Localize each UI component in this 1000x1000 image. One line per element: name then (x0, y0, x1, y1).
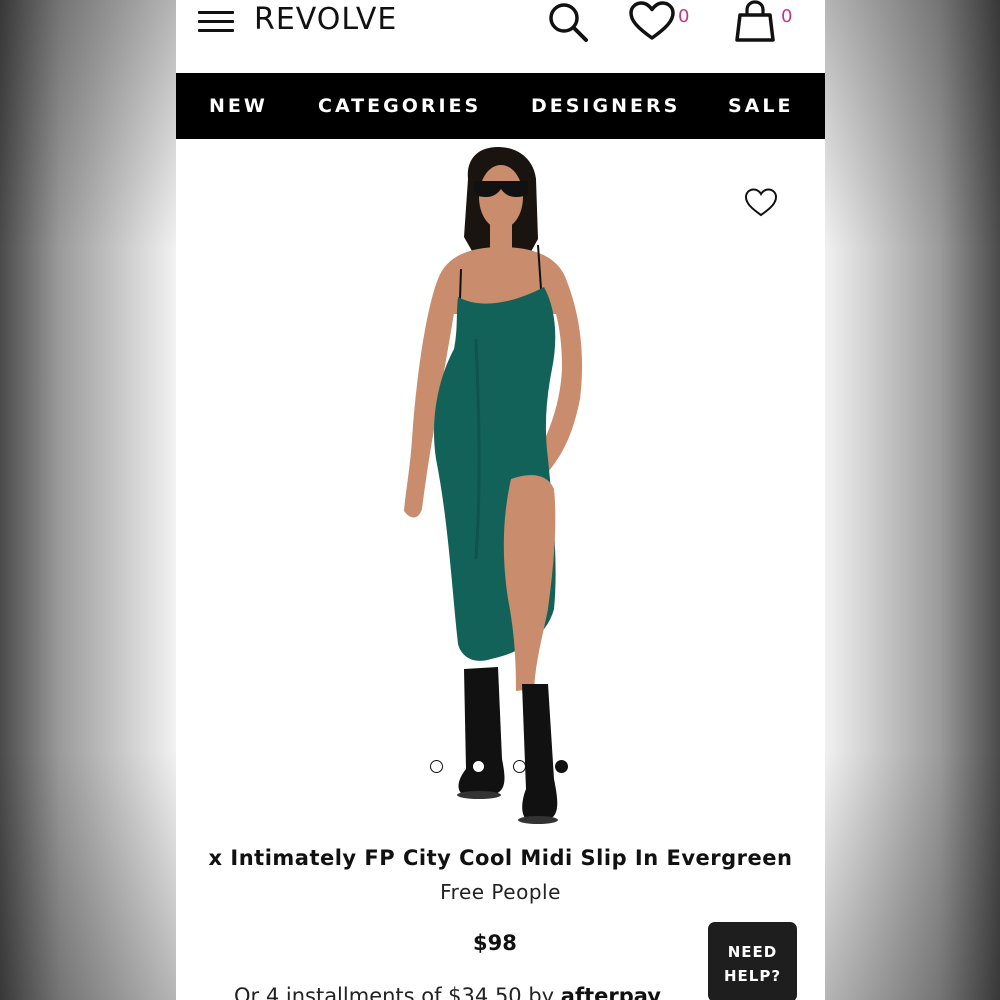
main-nav: NEW CATEGORIES DESIGNERS SALE (176, 73, 825, 139)
carousel-dots (430, 760, 580, 776)
product-price: $98 (473, 931, 517, 955)
installments-text: Or 4 installments of $34.50 by afterpay (234, 984, 661, 1000)
carousel-dot-3[interactable] (513, 760, 526, 773)
nav-item-categories[interactable]: CATEGORIES (318, 95, 481, 117)
nav-item-sale[interactable]: SALE (728, 95, 793, 117)
hamburger-menu-icon[interactable] (198, 11, 234, 33)
product-photo (404, 147, 583, 824)
phone-screen: REVOLVE 0 0 NEW CATEGORIES DESIGNERS SAL… (176, 0, 825, 1000)
favorite-heart-icon[interactable] (744, 187, 778, 219)
carousel-dot-2[interactable] (472, 760, 485, 773)
carousel-dot-4[interactable] (555, 760, 568, 773)
search-icon[interactable] (546, 0, 592, 44)
product-title: x Intimately FP City Cool Midi Slip In E… (208, 846, 793, 870)
product-image-carousel[interactable] (176, 139, 825, 839)
carousel-dot-1[interactable] (430, 760, 443, 773)
site-header: REVOLVE 0 0 (176, 0, 825, 73)
need-help-line1: NEED (727, 943, 778, 961)
site-logo[interactable]: REVOLVE (254, 2, 397, 37)
afterpay-logo[interactable]: afterpay (561, 984, 661, 1000)
wishlist-heart-icon[interactable] (628, 0, 676, 44)
need-help-button[interactable]: NEED HELP? (708, 922, 797, 1000)
need-help-line2: HELP? (723, 967, 782, 985)
product-brand[interactable]: Free People (176, 880, 825, 904)
shopping-bag-icon[interactable] (733, 0, 777, 44)
nav-item-designers[interactable]: DESIGNERS (531, 95, 680, 117)
installments-label: Or 4 installments of $34.50 by (234, 984, 555, 1000)
nav-item-new[interactable]: NEW (209, 95, 268, 117)
wishlist-count: 0 (678, 6, 690, 27)
bag-count: 0 (781, 6, 793, 27)
